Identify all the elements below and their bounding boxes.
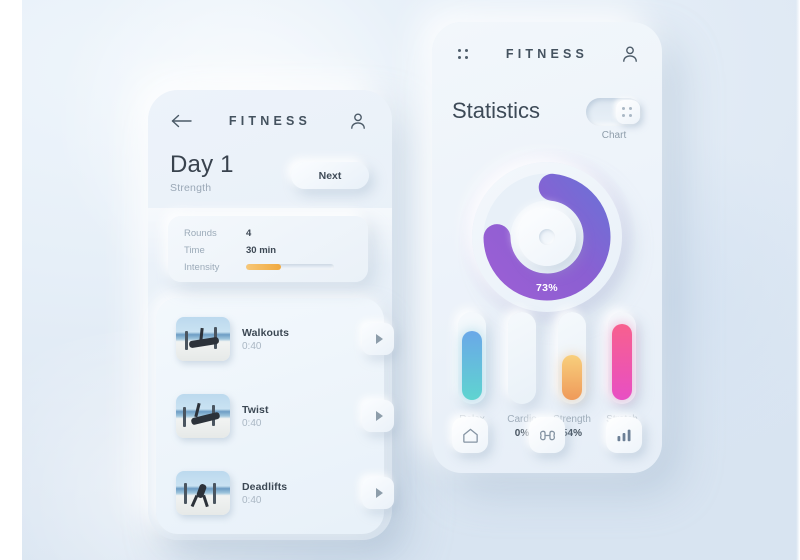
- play-button[interactable]: [362, 323, 394, 355]
- exercise-duration: 0:40: [242, 417, 262, 429]
- list-item[interactable]: Twist 0:40: [176, 393, 394, 439]
- dumbbell-icon: [539, 430, 555, 440]
- exercise-name: Deadlifts: [242, 480, 288, 493]
- stat-row-time: Time 30 min: [184, 242, 352, 258]
- stat-row-rounds: Rounds 4: [184, 225, 352, 241]
- page-title: FITNESS: [505, 47, 589, 61]
- bar-track: [508, 312, 536, 404]
- bottom-navigation: [452, 417, 642, 453]
- exercise-meta: Deadlifts 0:40: [242, 481, 287, 506]
- exercise-duration: 0:40: [242, 494, 262, 506]
- chart-toggle-label: Chart: [601, 130, 627, 141]
- workout-stats-card: Rounds 4 Time 30 min Intensity: [168, 216, 368, 282]
- play-icon: [375, 488, 383, 498]
- list-item[interactable]: Walkouts 0:40: [176, 316, 394, 362]
- exercise-list-panel: Walkouts 0:40 Twist 0:40 Deadlifts 0:40: [156, 298, 394, 534]
- intensity-slider[interactable]: [246, 264, 334, 270]
- play-button[interactable]: [362, 400, 394, 432]
- bar-track: [608, 312, 636, 404]
- stat-row-intensity: Intensity: [184, 259, 352, 275]
- profile-button[interactable]: [346, 109, 370, 133]
- exercise-meta: Walkouts 0:40: [242, 327, 289, 352]
- stat-label: Time: [184, 244, 205, 256]
- bar-track: [558, 312, 586, 404]
- exercise-thumbnail: [176, 394, 230, 438]
- bar-fill: [612, 323, 632, 400]
- exercise-thumbnail: [176, 471, 230, 515]
- stat-label: Rounds: [184, 227, 217, 239]
- progress-donut-chart: 73%: [458, 148, 636, 326]
- play-icon: [375, 411, 383, 421]
- next-button[interactable]: Next: [291, 162, 369, 189]
- exercise-meta: Twist 0:40: [242, 404, 269, 429]
- donut-percent-label: 73%: [536, 282, 558, 294]
- grid-dots-icon: [620, 104, 636, 120]
- bar-fill: [562, 354, 582, 400]
- nav-home-button[interactable]: [452, 417, 488, 453]
- grid-dots-icon: [456, 46, 472, 62]
- page-title: FITNESS: [228, 114, 312, 128]
- exercise-name: Walkouts: [242, 326, 290, 339]
- bar-fill: [462, 331, 482, 400]
- workout-header: FITNESS: [148, 90, 392, 152]
- nav-statistics-button[interactable]: [606, 417, 642, 453]
- list-item[interactable]: Deadlifts 0:40: [176, 470, 394, 516]
- profile-button[interactable]: [618, 42, 642, 66]
- day-subtitle: Strength: [170, 182, 212, 195]
- bar-chart-icon: [617, 429, 631, 442]
- donut-dimple: [539, 229, 555, 245]
- donut-center-hub: [518, 208, 576, 266]
- statistics-screen: FITNESS Statistics Chart 73% Cardio 0% S…: [432, 22, 662, 473]
- day-title: Day 1: [170, 151, 234, 178]
- chart-toggle[interactable]: [586, 98, 642, 126]
- bar-track: [458, 312, 486, 404]
- play-button[interactable]: [362, 477, 394, 509]
- toggle-knob[interactable]: [616, 100, 640, 124]
- workout-screen: FITNESS Day 1 Strength Next Rounds 4 Tim…: [148, 90, 394, 540]
- home-icon: [462, 428, 478, 443]
- statistics-title: Statistics: [452, 98, 541, 123]
- back-button[interactable]: [170, 109, 194, 133]
- stat-value: 30 min: [246, 244, 277, 256]
- exercise-duration: 0:40: [242, 340, 262, 352]
- exercise-thumbnail: [176, 317, 230, 361]
- stat-label: Intensity: [184, 261, 220, 273]
- play-icon: [375, 334, 383, 344]
- exercise-name: Twist: [242, 403, 269, 416]
- nav-workouts-button[interactable]: [529, 417, 565, 453]
- chart-toggle-group: Chart: [586, 98, 642, 141]
- day-block: Day 1 Strength: [170, 151, 234, 195]
- intensity-fill: [246, 264, 282, 270]
- menu-button[interactable]: [452, 42, 476, 66]
- statistics-header: FITNESS: [432, 22, 662, 86]
- screenshot-canvas: FITNESS Day 1 Strength Next Rounds 4 Tim…: [0, 0, 800, 560]
- stat-value: 4: [246, 227, 252, 239]
